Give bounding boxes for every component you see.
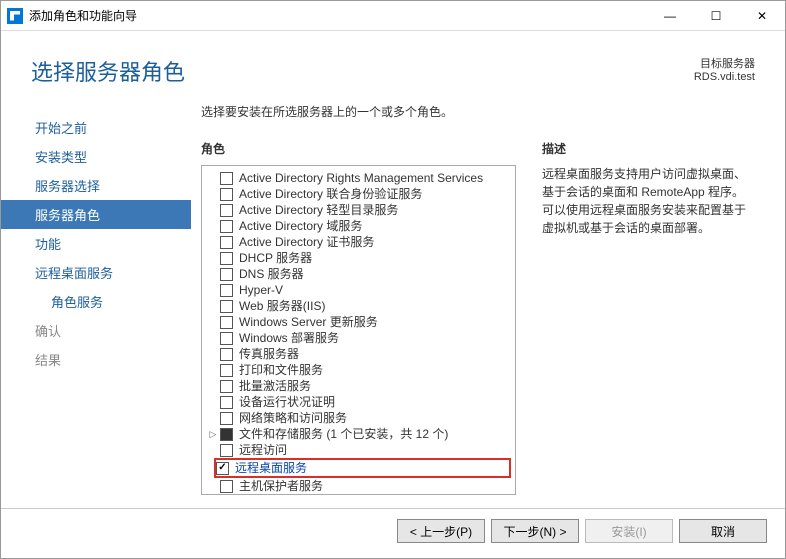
role-row-10[interactable]: Windows 部署服务 (206, 330, 511, 346)
roles-label: 角色 (201, 140, 516, 157)
nav-item-5[interactable]: 远程桌面服务 (1, 258, 191, 287)
role-row-12[interactable]: 打印和文件服务 (206, 362, 511, 378)
role-label: Web 服务器(IIS) (235, 298, 325, 314)
role-checkbox[interactable] (220, 236, 233, 249)
target-value: RDS.vdi.test (694, 71, 755, 83)
target-label: 目标服务器 (694, 55, 755, 71)
role-label: 传真服务器 (235, 346, 299, 362)
role-label: 设备运行状况证明 (235, 394, 335, 410)
role-label: 打印和文件服务 (235, 362, 323, 378)
window-title: 添加角色和功能向导 (29, 7, 647, 24)
role-row-3[interactable]: Active Directory 域服务 (206, 218, 511, 234)
role-label: 网络策略和访问服务 (235, 410, 347, 426)
role-label: Windows 部署服务 (235, 330, 339, 346)
nav-item-8: 结果 (1, 345, 191, 374)
header: 选择服务器角色 目标服务器 RDS.vdi.test (1, 31, 785, 93)
description-text: 远程桌面服务支持用户访问虚拟桌面、基于会话的桌面和 RemoteApp 程序。可… (542, 165, 755, 237)
role-label: Active Directory 联合身份验证服务 (235, 186, 422, 202)
next-button[interactable]: 下一步(N) > (491, 519, 579, 543)
role-checkbox[interactable] (220, 364, 233, 377)
role-checkbox[interactable] (220, 284, 233, 297)
roles-column: 角色 Active Directory Rights Management Se… (201, 140, 516, 495)
expand-caret-icon[interactable]: ▷ (208, 426, 218, 442)
close-button[interactable]: ✕ (739, 1, 785, 31)
role-row-18[interactable]: 远程桌面服务 (214, 458, 511, 478)
columns: 角色 Active Directory Rights Management Se… (201, 140, 765, 495)
nav-item-0[interactable]: 开始之前 (1, 113, 191, 142)
cancel-button[interactable]: 取消 (679, 519, 767, 543)
role-label: Hyper-V (235, 282, 283, 298)
role-checkbox[interactable] (220, 396, 233, 409)
role-checkbox[interactable] (220, 332, 233, 345)
role-row-15[interactable]: 网络策略和访问服务 (206, 410, 511, 426)
role-checkbox[interactable] (220, 268, 233, 281)
role-checkbox[interactable] (220, 300, 233, 313)
role-checkbox[interactable] (220, 220, 233, 233)
role-checkbox[interactable] (220, 380, 233, 393)
role-label: DHCP 服务器 (235, 250, 312, 266)
nav-item-1[interactable]: 安装类型 (1, 142, 191, 171)
role-checkbox[interactable] (220, 428, 233, 441)
instruction-text: 选择要安装在所选服务器上的一个或多个角色。 (201, 103, 765, 120)
description-label: 描述 (542, 140, 755, 157)
nav-item-6[interactable]: 角色服务 (1, 287, 191, 316)
role-row-0[interactable]: Active Directory Rights Management Servi… (206, 170, 511, 186)
role-label: 远程桌面服务 (231, 460, 307, 476)
role-row-16[interactable]: ▷ 文件和存储服务 (1 个已安装，共 12 个) (206, 426, 511, 442)
role-label: Windows Server 更新服务 (235, 314, 378, 330)
role-row-13[interactable]: 批量激活服务 (206, 378, 511, 394)
role-label: 批量激活服务 (235, 378, 311, 394)
nav-item-4[interactable]: 功能 (1, 229, 191, 258)
role-row-17[interactable]: 远程访问 (206, 442, 511, 458)
role-label: Active Directory 轻型目录服务 (235, 202, 398, 218)
nav-item-3[interactable]: 服务器角色 (1, 200, 191, 229)
role-row-9[interactable]: Windows Server 更新服务 (206, 314, 511, 330)
role-row-1[interactable]: Active Directory 联合身份验证服务 (206, 186, 511, 202)
role-checkbox[interactable] (220, 172, 233, 185)
role-label: 远程访问 (235, 442, 287, 458)
nav-sidebar: 开始之前安装类型服务器选择服务器角色功能远程桌面服务角色服务确认结果 (1, 103, 191, 508)
description-column: 描述 远程桌面服务支持用户访问虚拟桌面、基于会话的桌面和 RemoteApp 程… (542, 140, 765, 495)
previous-button[interactable]: < 上一步(P) (397, 519, 485, 543)
main-panel: 选择要安装在所选服务器上的一个或多个角色。 角色 Active Director… (191, 103, 785, 508)
role-label: Active Directory Rights Management Servi… (235, 170, 483, 186)
role-checkbox[interactable] (220, 444, 233, 457)
role-checkbox[interactable] (220, 252, 233, 265)
role-label: 主机保护者服务 (235, 478, 323, 494)
role-checkbox[interactable] (216, 462, 229, 475)
role-checkbox[interactable] (220, 188, 233, 201)
role-label: Active Directory 域服务 (235, 218, 362, 234)
role-checkbox[interactable] (220, 316, 233, 329)
maximize-button[interactable]: ☐ (693, 1, 739, 31)
app-icon (7, 8, 23, 24)
role-label: DNS 服务器 (235, 266, 304, 282)
roles-listbox[interactable]: Active Directory Rights Management Servi… (201, 165, 516, 495)
role-row-5[interactable]: DHCP 服务器 (206, 250, 511, 266)
content: 开始之前安装类型服务器选择服务器角色功能远程桌面服务角色服务确认结果 选择要安装… (1, 93, 785, 508)
role-row-4[interactable]: Active Directory 证书服务 (206, 234, 511, 250)
title-bar: 添加角色和功能向导 — ☐ ✕ (1, 1, 785, 31)
role-row-6[interactable]: DNS 服务器 (206, 266, 511, 282)
minimize-button[interactable]: — (647, 1, 693, 31)
role-checkbox[interactable] (220, 412, 233, 425)
nav-item-2[interactable]: 服务器选择 (1, 171, 191, 200)
role-checkbox[interactable] (220, 204, 233, 217)
role-checkbox[interactable] (220, 348, 233, 361)
target-info: 目标服务器 RDS.vdi.test (694, 55, 755, 83)
role-row-2[interactable]: Active Directory 轻型目录服务 (206, 202, 511, 218)
page-title: 选择服务器角色 (31, 55, 185, 87)
nav-item-7: 确认 (1, 316, 191, 345)
role-label: Active Directory 证书服务 (235, 234, 374, 250)
role-row-19[interactable]: 主机保护者服务 (206, 478, 511, 494)
footer: < 上一步(P) 下一步(N) > 安装(I) 取消 (1, 508, 785, 553)
role-label: 文件和存储服务 (1 个已安装，共 12 个) (235, 426, 448, 442)
role-row-7[interactable]: Hyper-V (206, 282, 511, 298)
role-row-8[interactable]: Web 服务器(IIS) (206, 298, 511, 314)
role-checkbox[interactable] (220, 480, 233, 493)
role-row-14[interactable]: 设备运行状况证明 (206, 394, 511, 410)
install-button[interactable]: 安装(I) (585, 519, 673, 543)
role-row-11[interactable]: 传真服务器 (206, 346, 511, 362)
